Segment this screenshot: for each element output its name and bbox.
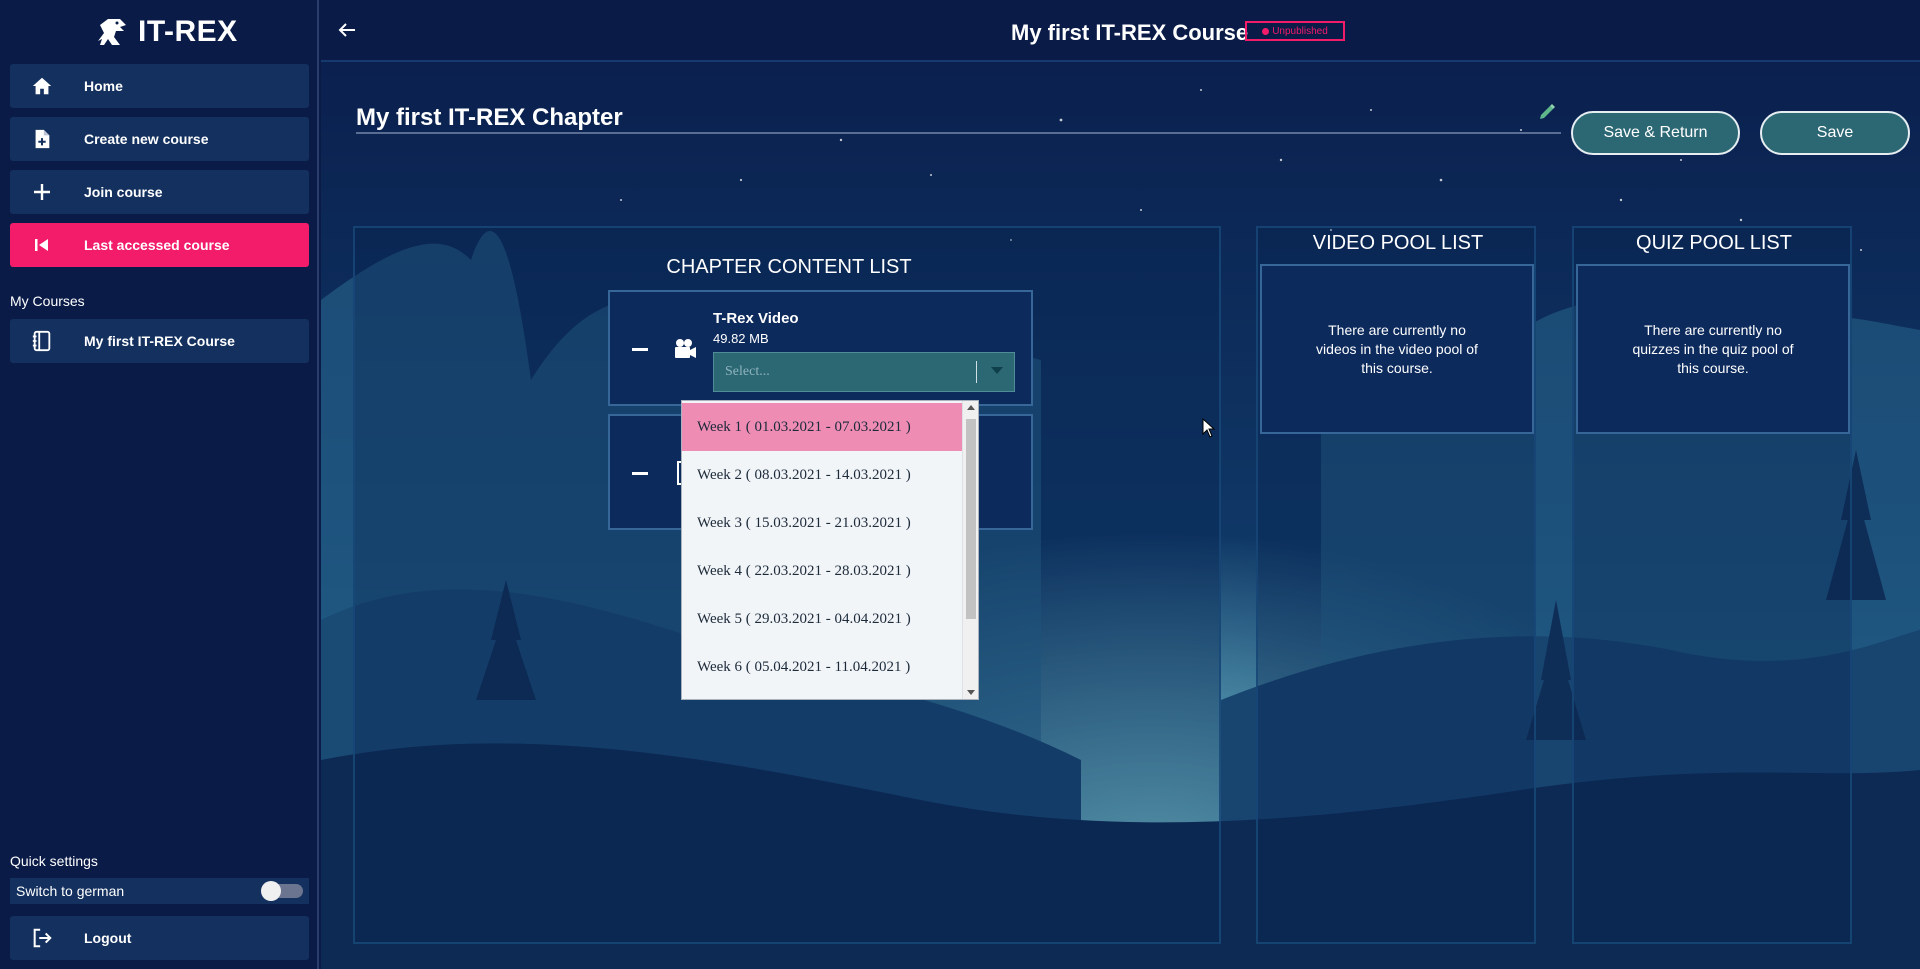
status-badge-label: Unpublished: [1272, 25, 1328, 37]
scroll-up-arrow-icon[interactable]: [967, 405, 975, 410]
course-title: My first IT-REX Course: [1011, 20, 1249, 45]
week-option[interactable]: Week 6 ( 05.04.2021 - 11.04.2021 ): [682, 643, 962, 691]
save-button[interactable]: Save: [1760, 111, 1910, 155]
nav-join-course-label: Join course: [84, 184, 163, 200]
plus-icon: [30, 180, 54, 204]
chevron-down-icon[interactable]: [991, 367, 1003, 374]
video-camera-icon: [675, 339, 696, 358]
scrollbar-thumb[interactable]: [966, 419, 976, 619]
chapter-title[interactable]: My first IT-REX Chapter: [356, 104, 623, 132]
remove-item-icon[interactable]: [632, 348, 648, 351]
week-option[interactable]: Week 1 ( 01.03.2021 - 07.03.2021 ): [682, 403, 962, 451]
week-dropdown-menu: Week 1 ( 01.03.2021 - 07.03.2021 ) Week …: [681, 400, 979, 700]
week-select[interactable]: Select...: [713, 352, 1015, 392]
app-name: IT-REX: [138, 15, 238, 48]
week-select-placeholder: Select...: [725, 364, 770, 379]
video-pool-panel: VIDEO POOL LIST There are currently no v…: [1256, 226, 1536, 944]
sidebar: IT-REX Home Create new course Join cours…: [0, 0, 319, 969]
nav-home-label: Home: [84, 78, 123, 94]
quick-settings-heading: Quick settings: [10, 853, 98, 869]
app-logo[interactable]: IT-REX: [90, 8, 238, 56]
mouse-pointer-icon: [1202, 418, 1216, 438]
nav-join-course[interactable]: Join course: [10, 170, 309, 214]
scroll-down-arrow-icon[interactable]: [967, 690, 975, 695]
quiz-pool-heading: QUIZ POOL LIST: [1636, 232, 1792, 254]
german-toggle-row: Switch to german: [10, 878, 309, 904]
nav-create-course-label: Create new course: [84, 131, 209, 147]
notebook-icon: [30, 329, 54, 353]
quiz-pool-empty-message: There are currently no quizzes in the qu…: [1632, 321, 1794, 376]
logout-icon: [30, 926, 54, 950]
trex-logo-icon: [98, 19, 126, 45]
main-area: My first IT-REX Course Unpublished My fi…: [321, 0, 1920, 969]
video-size: 49.82 MB: [713, 331, 769, 346]
toggle-knob: [261, 881, 281, 901]
chapter-title-underline: [356, 132, 1561, 134]
german-toggle-label: Switch to german: [16, 883, 125, 899]
german-toggle-switch[interactable]: [261, 881, 303, 901]
week-option[interactable]: Week 2 ( 08.03.2021 - 14.03.2021 ): [682, 451, 962, 499]
status-dot-icon: [1262, 27, 1270, 35]
week-option[interactable]: Week 4 ( 22.03.2021 - 28.03.2021 ): [682, 547, 962, 595]
top-bar: My first IT-REX Course Unpublished: [321, 0, 1920, 62]
select-separator: [976, 361, 977, 383]
nav-last-accessed-course[interactable]: Last accessed course: [10, 223, 309, 267]
video-pool-heading: VIDEO POOL LIST: [1312, 232, 1484, 254]
course-item-my-first-course[interactable]: My first IT-REX Course: [10, 319, 309, 363]
dropdown-scrollbar[interactable]: [962, 401, 978, 699]
my-courses-heading: My Courses: [10, 293, 85, 309]
video-pool-empty-message: There are currently no videos in the vid…: [1316, 321, 1478, 376]
status-badge: Unpublished: [1245, 21, 1345, 41]
nav-last-accessed-label: Last accessed course: [84, 237, 230, 253]
save-and-return-button[interactable]: Save & Return: [1571, 111, 1740, 155]
video-name: T-Rex Video: [713, 310, 799, 327]
nav-home[interactable]: Home: [10, 64, 309, 108]
chapter-content-heading: CHAPTER CONTENT LIST: [666, 256, 912, 278]
logout-label: Logout: [84, 930, 132, 946]
video-pool-empty-box: There are currently no videos in the vid…: [1260, 264, 1534, 434]
back-arrow-icon[interactable]: [335, 18, 359, 42]
content-item-video: T-Rex Video 49.82 MB Select...: [608, 290, 1033, 406]
quiz-pool-panel: QUIZ POOL LIST There are currently no qu…: [1572, 226, 1852, 944]
week-option[interactable]: Week 3 ( 15.03.2021 - 21.03.2021 ): [682, 499, 962, 547]
logout-button[interactable]: Logout: [10, 916, 309, 960]
file-add-icon: [30, 127, 54, 151]
home-icon: [30, 74, 54, 98]
quiz-pool-empty-box: There are currently no quizzes in the qu…: [1576, 264, 1850, 434]
course-item-label: My first IT-REX Course: [84, 333, 235, 349]
remove-item-icon[interactable]: [632, 472, 648, 475]
pencil-edit-icon[interactable]: [1537, 102, 1557, 122]
nav-create-course[interactable]: Create new course: [10, 117, 309, 161]
skip-back-icon: [30, 233, 54, 257]
week-option[interactable]: Week 5 ( 29.03.2021 - 04.04.2021 ): [682, 595, 962, 643]
